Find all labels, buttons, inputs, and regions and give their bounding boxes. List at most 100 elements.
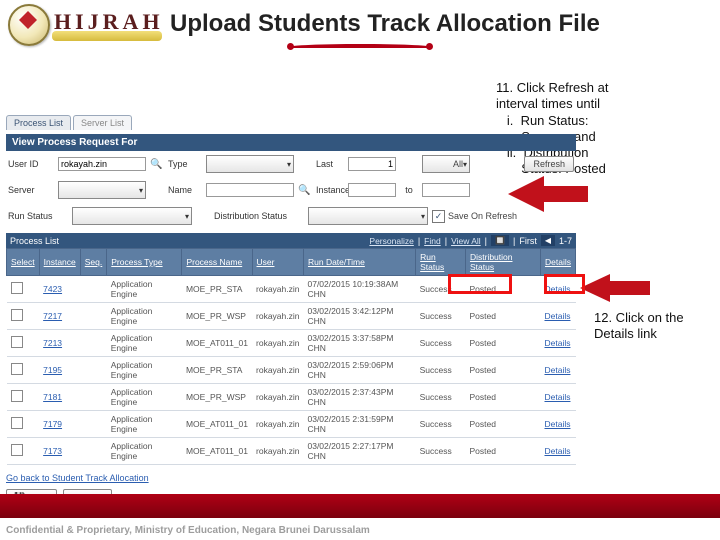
cell-instance[interactable]: 7181 bbox=[39, 384, 80, 411]
filter-row-3: Run Status ▾ Distribution Status ▾ ✓Save… bbox=[6, 203, 576, 229]
footer-band bbox=[0, 494, 720, 518]
cell-instance[interactable]: 7173 bbox=[39, 438, 80, 465]
cell-process-type: Application Engine bbox=[107, 438, 182, 465]
details-link[interactable]: Details bbox=[540, 438, 575, 465]
cell-run-status: Success bbox=[416, 384, 466, 411]
col-dist-status[interactable]: Distribution Status bbox=[465, 249, 540, 276]
cell-run-status: Success bbox=[416, 357, 466, 384]
refresh-button[interactable]: Refresh bbox=[524, 156, 574, 172]
run-status-select[interactable]: ▾ bbox=[72, 207, 192, 225]
server-select[interactable]: ▾ bbox=[58, 181, 146, 199]
table-row: 7181Application EngineMOE_PR_WSProkayah.… bbox=[7, 384, 576, 411]
logo-badge-icon bbox=[8, 4, 50, 46]
search-icon[interactable]: 🔍 bbox=[150, 159, 164, 170]
row-checkbox[interactable] bbox=[11, 336, 23, 348]
last-count-input[interactable] bbox=[348, 157, 396, 171]
personalize-link[interactable]: Personalize bbox=[369, 236, 413, 246]
dist-status-select[interactable]: ▾ bbox=[308, 207, 428, 225]
cell-user: rokayah.zin bbox=[252, 438, 303, 465]
section-header-view-request: View Process Request For bbox=[6, 134, 576, 151]
name-input[interactable] bbox=[206, 183, 294, 197]
cell-seq bbox=[80, 330, 107, 357]
page-prev-icon[interactable]: ◀ bbox=[541, 235, 555, 246]
details-link[interactable]: Details bbox=[540, 357, 575, 384]
last-unit-select[interactable]: All▾ bbox=[422, 155, 470, 173]
cell-run-status: Success bbox=[416, 438, 466, 465]
instance-to-input[interactable] bbox=[422, 183, 470, 197]
cell-user: rokayah.zin bbox=[252, 357, 303, 384]
callout-step-12: 12. Click on theDetails link bbox=[594, 310, 714, 343]
row-checkbox[interactable] bbox=[11, 390, 23, 402]
details-link[interactable]: Details bbox=[540, 330, 575, 357]
cell-process-name: MOE_AT011_01 bbox=[182, 411, 252, 438]
col-user[interactable]: User bbox=[252, 249, 303, 276]
checkbox-checked-icon: ✓ bbox=[432, 210, 445, 223]
col-seq[interactable]: Seq. bbox=[80, 249, 107, 276]
table-row: 7217Application EngineMOE_PR_WSProkayah.… bbox=[7, 303, 576, 330]
tab-process-list[interactable]: Process List bbox=[6, 115, 71, 130]
cell-dist-status: Posted bbox=[465, 384, 540, 411]
cell-process-type: Application Engine bbox=[107, 411, 182, 438]
cell-run-status: Success bbox=[416, 330, 466, 357]
label-user-id: User ID bbox=[8, 159, 54, 169]
col-process-type[interactable]: Process Type bbox=[107, 249, 182, 276]
col-run-status[interactable]: Run Status bbox=[416, 249, 466, 276]
cell-instance[interactable]: 7179 bbox=[39, 411, 80, 438]
cell-run-status: Success bbox=[416, 303, 466, 330]
save-on-refresh-checkbox[interactable]: ✓Save On Refresh bbox=[432, 210, 574, 223]
cell-datetime: 03/02/2015 2:37:43PM CHN bbox=[303, 384, 415, 411]
search-icon[interactable]: 🔍 bbox=[298, 185, 312, 196]
cell-instance[interactable]: 7423 bbox=[39, 276, 80, 303]
cell-seq bbox=[80, 411, 107, 438]
instance-from-input[interactable] bbox=[348, 183, 396, 197]
zoom-icon[interactable]: 🔲 bbox=[491, 235, 509, 246]
cell-dist-status: Posted bbox=[465, 330, 540, 357]
brand-word: HIJRAH bbox=[54, 9, 164, 35]
cell-seq bbox=[80, 276, 107, 303]
process-list-table: Select Instance Seq. Process Type Proces… bbox=[6, 248, 576, 465]
cell-instance[interactable]: 7195 bbox=[39, 357, 80, 384]
cell-seq bbox=[80, 384, 107, 411]
cell-process-name: MOE_AT011_01 bbox=[182, 438, 252, 465]
chevron-down-icon: ▾ bbox=[421, 212, 425, 221]
label-to: to bbox=[400, 185, 418, 195]
col-select[interactable]: Select bbox=[7, 249, 40, 276]
row-checkbox[interactable] bbox=[11, 417, 23, 429]
tab-server-list[interactable]: Server List bbox=[73, 115, 132, 130]
details-link[interactable]: Details bbox=[540, 276, 575, 303]
row-checkbox[interactable] bbox=[11, 309, 23, 321]
cell-instance[interactable]: 7213 bbox=[39, 330, 80, 357]
brand-logo: HIJRAH bbox=[8, 4, 164, 46]
cell-seq bbox=[80, 303, 107, 330]
col-instance[interactable]: Instance bbox=[39, 249, 80, 276]
cell-process-type: Application Engine bbox=[107, 330, 182, 357]
col-process-name[interactable]: Process Name bbox=[182, 249, 252, 276]
row-checkbox[interactable] bbox=[11, 282, 23, 294]
details-link[interactable]: Details bbox=[540, 303, 575, 330]
cell-process-name: MOE_PR_STA bbox=[182, 357, 252, 384]
row-checkbox[interactable] bbox=[11, 363, 23, 375]
cell-seq bbox=[80, 438, 107, 465]
table-row: 7195Application EngineMOE_PR_STArokayah.… bbox=[7, 357, 576, 384]
details-link[interactable]: Details bbox=[540, 411, 575, 438]
cell-datetime: 03/02/2015 3:37:58PM CHN bbox=[303, 330, 415, 357]
col-details[interactable]: Details bbox=[540, 249, 575, 276]
cell-instance[interactable]: 7217 bbox=[39, 303, 80, 330]
cell-dist-status: Posted bbox=[465, 438, 540, 465]
row-checkbox[interactable] bbox=[11, 444, 23, 456]
cell-dist-status: Posted bbox=[465, 357, 540, 384]
type-select[interactable]: ▾ bbox=[206, 155, 294, 173]
view-all-link[interactable]: View All bbox=[451, 236, 481, 246]
process-list-title: Process List bbox=[10, 236, 59, 246]
chevron-down-icon: ▾ bbox=[139, 186, 143, 195]
label-run-status: Run Status bbox=[8, 211, 68, 221]
filter-row-1: User ID 🔍 Type ▾ Last All▾ Refresh bbox=[6, 151, 576, 177]
find-link[interactable]: Find bbox=[424, 236, 441, 246]
cell-datetime: 03/02/2015 2:27:17PM CHN bbox=[303, 438, 415, 465]
chevron-down-icon: ▾ bbox=[185, 212, 189, 221]
cell-process-type: Application Engine bbox=[107, 384, 182, 411]
col-run-datetime[interactable]: Run Date/Time bbox=[303, 249, 415, 276]
user-id-input[interactable] bbox=[58, 157, 146, 171]
details-link[interactable]: Details bbox=[540, 384, 575, 411]
go-back-link[interactable]: Go back to Student Track Allocation bbox=[6, 473, 149, 483]
